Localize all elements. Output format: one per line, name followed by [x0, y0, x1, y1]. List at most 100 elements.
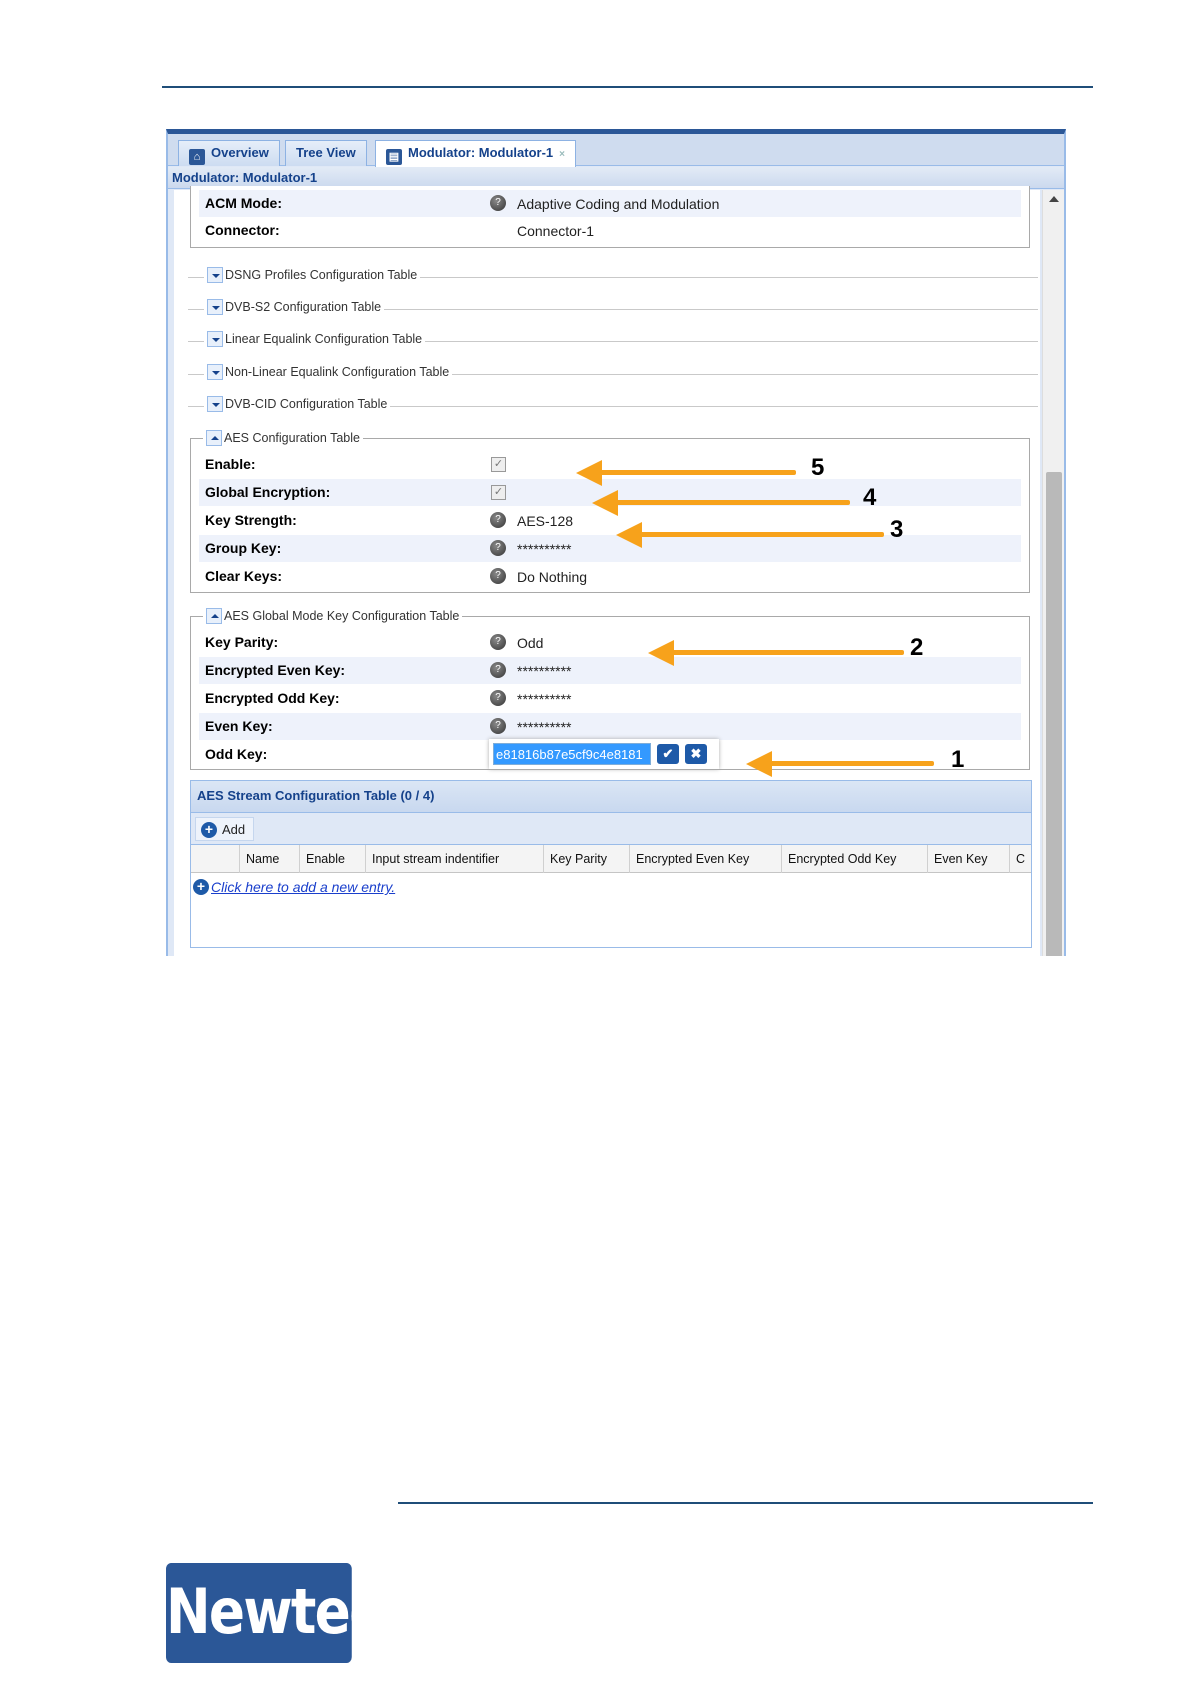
help-icon[interactable]: ?	[490, 634, 506, 650]
help-icon[interactable]: ?	[490, 690, 506, 706]
column-header-even-key[interactable]: Even Key	[927, 845, 1009, 873]
tab-overview[interactable]: ⌂ Overview	[178, 140, 280, 166]
help-icon[interactable]: ?	[490, 718, 506, 734]
field-label: Clear Keys:	[205, 568, 283, 584]
key-parity-value[interactable]: Odd	[517, 635, 543, 651]
field-value: Connector-1	[517, 223, 595, 239]
modulator-fields-box: ACM Mode: ? Adaptive Coding and Modulati…	[190, 186, 1030, 248]
column-header-name[interactable]: Name	[239, 845, 299, 873]
help-icon[interactable]: ?	[490, 195, 506, 211]
column-header-key-parity[interactable]: Key Parity	[543, 845, 629, 873]
tab-modulator[interactable]: ▤ Modulator: Modulator-1 ×	[375, 140, 576, 167]
section-linear-equalink: Linear Equalink Configuration Table	[188, 331, 1038, 347]
annotation-arrow-1	[746, 748, 934, 780]
odd-key-editor: ✔ ✖	[489, 739, 719, 769]
encrypted-even-key-value[interactable]: **********	[517, 663, 571, 679]
aes-stream-grid: AES Stream Configuration Table (0 / 4) +…	[190, 780, 1032, 948]
section-legend[interactable]: Non-Linear Equalink Configuration Table	[204, 364, 453, 380]
annotation-arrow-4	[592, 487, 850, 519]
section-legend[interactable]: DVB-S2 Configuration Table	[204, 299, 385, 315]
field-label: Group Key:	[205, 540, 282, 556]
grid-body: + Click here to add a new entry.	[191, 873, 1031, 949]
annotation-number-5: 5	[811, 454, 825, 481]
field-label: Even Key:	[205, 718, 273, 734]
newtec-logo: Newtec	[166, 1563, 381, 1663]
section-dsng-profiles: DSNG Profiles Configuration Table	[188, 267, 1038, 283]
field-label: ACM Mode:	[205, 195, 282, 211]
global-encryption-checkbox[interactable]: ✓	[491, 485, 506, 500]
grid-header: Name Enable Input stream indentifier Key…	[191, 845, 1031, 873]
home-icon: ⌂	[189, 149, 205, 165]
field-label: Global Encryption:	[205, 484, 331, 500]
help-icon[interactable]: ?	[490, 662, 506, 678]
clear-keys-value[interactable]: Do Nothing	[517, 569, 587, 585]
encrypted-odd-key-value[interactable]: **********	[517, 691, 571, 707]
vertical-scrollbar[interactable]	[1042, 190, 1064, 956]
column-header-truncated[interactable]: C	[1009, 845, 1031, 873]
field-label: Key Strength:	[205, 512, 297, 528]
collapse-icon[interactable]	[206, 608, 222, 624]
section-legend[interactable]: Linear Equalink Configuration Table	[204, 331, 426, 347]
help-icon[interactable]: ?	[490, 568, 506, 584]
help-icon[interactable]: ?	[490, 540, 506, 556]
expand-icon[interactable]	[207, 396, 223, 412]
collapse-icon[interactable]	[206, 430, 222, 446]
field-row: ACM Mode: ? Adaptive Coding and Modulati…	[199, 190, 1021, 217]
column-header-enable[interactable]: Enable	[299, 845, 365, 873]
field-label: Encrypted Even Key:	[205, 662, 346, 678]
odd-key-input[interactable]	[493, 743, 651, 765]
expand-icon[interactable]	[207, 299, 223, 315]
expand-icon[interactable]	[207, 267, 223, 283]
grid-title: AES Stream Configuration Table (0 / 4)	[191, 781, 1031, 813]
section-legend[interactable]: DVB-CID Configuration Table	[204, 396, 391, 412]
section-dvb-cid: DVB-CID Configuration Table	[188, 396, 1038, 412]
column-header-encrypted-odd-key[interactable]: Encrypted Odd Key	[781, 845, 927, 873]
field-label: Key Parity:	[205, 634, 279, 650]
field-value[interactable]: Adaptive Coding and Modulation	[517, 196, 719, 212]
content-area: ACM Mode: ? Adaptive Coding and Modulati…	[174, 186, 1040, 956]
tab-bar: ⌂ Overview Tree View ▤ Modulator: Modulato…	[168, 134, 1064, 167]
key-strength-value[interactable]: AES-128	[517, 513, 573, 529]
add-button[interactable]: + Add	[195, 817, 255, 841]
grid-toolbar: + Add	[191, 813, 1031, 845]
annotation-number-2: 2	[910, 634, 924, 661]
annotation-number-4: 4	[863, 484, 877, 511]
help-icon[interactable]: ?	[490, 512, 506, 528]
annotation-number-3: 3	[890, 516, 904, 543]
group-key-value[interactable]: **********	[517, 541, 571, 557]
scroll-up-arrow-icon[interactable]	[1049, 196, 1059, 202]
field-label: Encrypted Odd Key:	[205, 690, 340, 706]
field-row: Connector: Connector-1	[199, 217, 1021, 244]
field-label: Connector:	[205, 222, 280, 238]
field-label: Odd Key:	[205, 746, 268, 762]
add-entry-plus-icon[interactable]: +	[193, 879, 209, 895]
section-legend[interactable]: DSNG Profiles Configuration Table	[204, 267, 421, 283]
add-new-entry-link[interactable]: Click here to add a new entry.	[211, 879, 395, 895]
document-icon: ▤	[386, 149, 402, 165]
even-key-row: Even Key: ? **********	[199, 713, 1021, 740]
annotation-number-1: 1	[951, 746, 965, 773]
clear-keys-row: Clear Keys: ? Do Nothing	[199, 563, 1021, 590]
aes-global-box: AES Global Mode Key Configuration Table …	[190, 608, 1030, 770]
tab-tree-view[interactable]: Tree View	[285, 140, 367, 166]
expand-icon[interactable]	[207, 331, 223, 347]
section-nonlinear-equalink: Non-Linear Equalink Configuration Table	[188, 364, 1038, 380]
section-legend[interactable]: AES Configuration Table	[203, 430, 363, 446]
column-header-input-stream[interactable]: Input stream indentifier	[365, 845, 543, 873]
scroll-thumb[interactable]	[1046, 472, 1062, 956]
close-tab-icon[interactable]: ×	[559, 149, 565, 160]
column-header-encrypted-even-key[interactable]: Encrypted Even Key	[629, 845, 781, 873]
even-key-value[interactable]: **********	[517, 719, 571, 735]
confirm-check-icon[interactable]: ✔	[657, 744, 679, 764]
header-rule	[162, 86, 1093, 88]
add-plus-icon: +	[201, 822, 217, 838]
section-legend[interactable]: AES Global Mode Key Configuration Table	[203, 608, 463, 624]
annotation-arrow-2	[648, 637, 904, 669]
expand-icon[interactable]	[207, 364, 223, 380]
encrypted-odd-key-row: Encrypted Odd Key: ? **********	[199, 685, 1021, 712]
annotation-arrow-5	[576, 457, 796, 489]
section-dvb-s2: DVB-S2 Configuration Table	[188, 299, 1038, 315]
field-label: Enable:	[205, 456, 256, 472]
enable-checkbox[interactable]: ✓	[491, 457, 506, 472]
cancel-x-icon[interactable]: ✖	[685, 744, 707, 764]
